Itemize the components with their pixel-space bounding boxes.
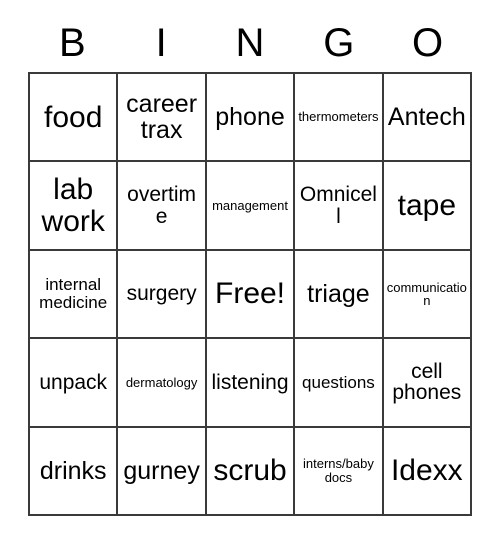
bingo-header-letter-o: O (412, 21, 444, 65)
bingo-cell-label: Idexx (390, 454, 463, 488)
bingo-header-letter-n: N (235, 21, 265, 65)
bingo-cell-label: management (212, 197, 288, 213)
bingo-cell-label: cell phones (392, 359, 462, 405)
bingo-cell-n1[interactable]: phone (206, 74, 296, 163)
bingo-card: B I N G O food career trax phone thermom… (28, 14, 473, 517)
bingo-grid: food career trax phone thermometers Ante… (28, 72, 473, 517)
bingo-cell-label: triage (307, 280, 370, 309)
bingo-cell-i2[interactable]: overtime (118, 162, 207, 251)
bingo-cell-i4[interactable]: dermatology (118, 339, 207, 428)
bingo-cell-label: gurney (123, 456, 200, 485)
bingo-cell-b4[interactable]: unpack (30, 339, 119, 428)
bingo-cell-label: internal medicine (39, 275, 108, 313)
bingo-cell-label: dermatology (125, 374, 198, 390)
bingo-cell-g2[interactable]: Omnicell (295, 162, 384, 251)
bingo-cell-n2[interactable]: management (206, 162, 296, 251)
bingo-cell-o3[interactable]: communication (383, 250, 473, 340)
bingo-cell-g3[interactable]: triage (295, 250, 384, 340)
bingo-row: food career trax phone thermometers Ante… (30, 74, 473, 163)
bingo-cell-b3[interactable]: internal medicine (30, 250, 119, 340)
bingo-cell-label: scrub (213, 454, 287, 488)
bingo-cell-o5[interactable]: Idexx (383, 427, 473, 517)
bingo-cell-label: phone (215, 103, 285, 132)
bingo-cell-b2[interactable]: lab work (30, 162, 119, 251)
bingo-cell-o2[interactable]: tape (383, 162, 473, 251)
bingo-cell-o1[interactable]: Antech (383, 74, 473, 163)
bingo-cell-i3[interactable]: surgery (118, 250, 207, 340)
bingo-cell-label: unpack (39, 370, 108, 394)
bingo-row: internal medicine surgery Free! triage c… (30, 250, 473, 340)
bingo-cell-n5[interactable]: scrub (206, 427, 296, 517)
bingo-cell-label: Antech (387, 103, 466, 132)
bingo-row: unpack dermatology listening questions c… (30, 339, 473, 428)
bingo-cell-label: interns/baby docs (303, 456, 374, 485)
bingo-cell-label: listening (211, 370, 289, 394)
bingo-header-letter-i: I (155, 21, 167, 65)
bingo-row: lab work overtime management Omnicell ta… (30, 162, 473, 251)
bingo-cell-label: tape (397, 189, 457, 223)
bingo-cell-label: questions (302, 372, 375, 392)
bingo-cell-label: food (44, 100, 103, 134)
bingo-cell-label: surgery (126, 282, 197, 306)
bingo-header-letter-b: B (59, 21, 86, 65)
bingo-cell-g5[interactable]: interns/baby docs (295, 427, 384, 517)
bingo-cell-label: communication (386, 279, 467, 309)
bingo-cell-free-space[interactable]: Free! (206, 250, 296, 340)
bingo-header-letter-g: G (323, 21, 355, 65)
bingo-cell-label: drinks (39, 456, 107, 485)
bingo-cell-o4[interactable]: cell phones (383, 339, 473, 428)
bingo-cell-n4[interactable]: listening (206, 339, 296, 428)
bingo-cell-label: lab work (41, 173, 105, 238)
bingo-cell-label: thermometers (298, 109, 379, 125)
bingo-header-row: B I N G O (28, 14, 472, 72)
bingo-cell-label: Free! (215, 277, 286, 311)
bingo-cell-i1[interactable]: career trax (118, 74, 207, 163)
bingo-cell-i5[interactable]: gurney (118, 427, 207, 517)
bingo-row: drinks gurney scrub interns/baby docs Id… (30, 427, 473, 517)
bingo-cell-label: overtime (127, 182, 197, 228)
bingo-cell-label: Omnicell (299, 182, 377, 228)
bingo-cell-label: career trax (126, 90, 198, 145)
bingo-cell-g4[interactable]: questions (295, 339, 384, 428)
bingo-cell-b5[interactable]: drinks (30, 427, 119, 517)
bingo-cell-b1[interactable]: food (30, 74, 119, 163)
bingo-cell-g1[interactable]: thermometers (295, 74, 384, 163)
